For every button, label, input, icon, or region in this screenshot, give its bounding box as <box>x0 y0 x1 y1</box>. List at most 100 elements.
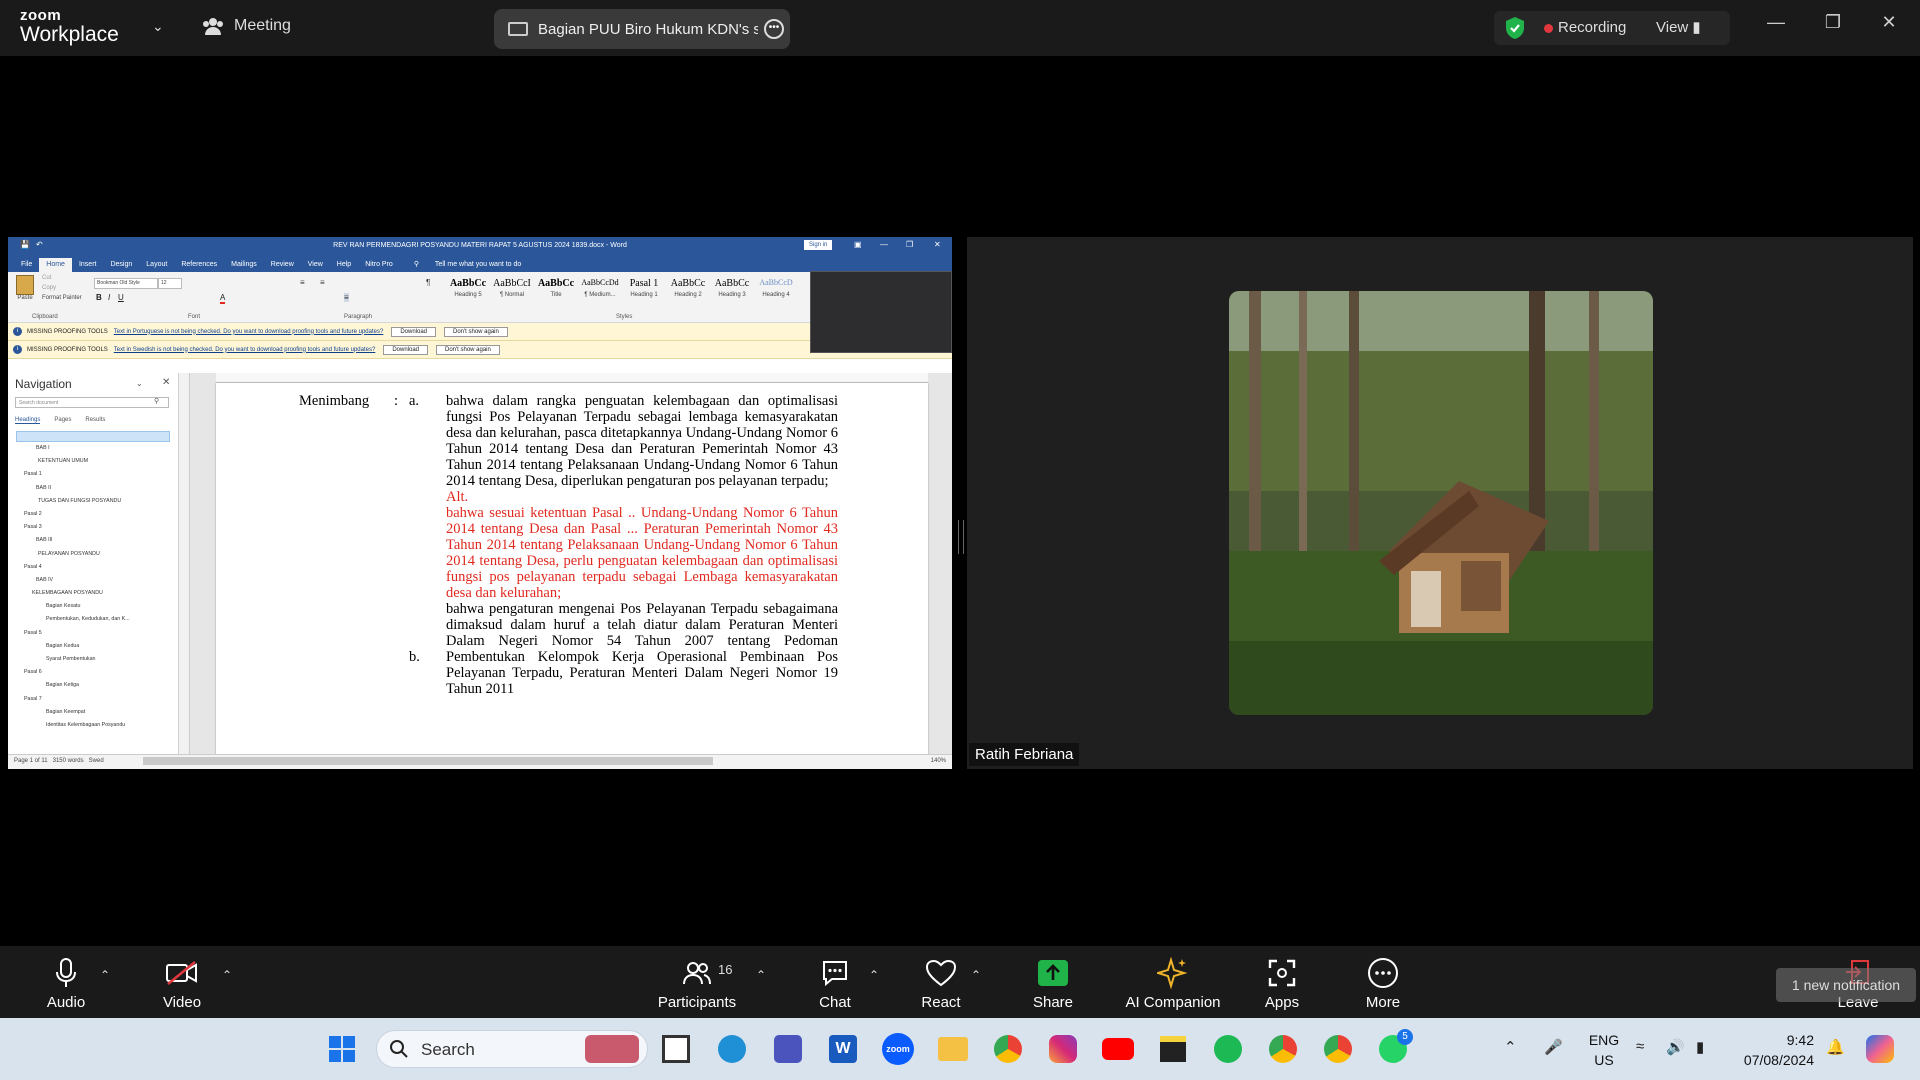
recording-label[interactable]: Recording <box>1558 19 1626 36</box>
nav-heading-selected[interactable] <box>16 431 170 442</box>
teams-icon[interactable] <box>770 1031 806 1067</box>
app-menu-chevron-icon[interactable]: ⌄ <box>152 18 164 35</box>
share-button[interactable]: Share <box>1003 956 1103 1011</box>
tell-me-box[interactable]: ⚲ Tell me what you want to do <box>400 260 535 272</box>
react-button[interactable]: React <box>891 956 991 1011</box>
microphone-tray-icon[interactable]: 🎤 <box>1544 1038 1563 1056</box>
underline-button[interactable]: U <box>118 293 124 302</box>
file-explorer-icon[interactable] <box>935 1031 971 1067</box>
self-view-video[interactable] <box>810 271 952 353</box>
download-button[interactable]: Download <box>383 344 428 355</box>
numbering-icon[interactable]: ≡ <box>320 278 325 287</box>
nav-heading-item[interactable]: Identitas Kelembagaan Posyandu <box>16 719 170 732</box>
tab-help[interactable]: Help <box>330 261 358 272</box>
notifications-bell-icon[interactable]: 🔔 <box>1826 1038 1845 1056</box>
nav-heading-item[interactable]: KELEMBAGAAN POSYANDU <box>16 587 170 600</box>
show-hidden-icons-chevron-icon[interactable]: ⌃ <box>1504 1038 1517 1056</box>
tab-file[interactable]: File <box>14 261 39 272</box>
cut-button[interactable]: Cut <box>42 275 51 281</box>
style-heading-2[interactable]: AaBbCc Heading 2 <box>666 278 710 298</box>
copilot-icon[interactable] <box>1862 1031 1898 1067</box>
style-heading-3[interactable]: AaBbCc Heading 3 <box>710 278 754 298</box>
battery-icon[interactable]: ▮ <box>1696 1038 1704 1056</box>
nav-heading-item[interactable]: Pasal 2 <box>16 508 170 521</box>
chrome-profile-icon[interactable] <box>1265 1031 1301 1067</box>
nav-heading-item[interactable]: Pasal 3 <box>16 521 170 534</box>
nav-heading-item[interactable]: BAB IV <box>16 574 170 587</box>
navigation-options-icon[interactable]: ⌄ <box>136 379 143 388</box>
instagram-icon[interactable] <box>1045 1031 1081 1067</box>
participants-options-caret-icon[interactable]: ⌃ <box>756 968 766 982</box>
italic-button[interactable]: I <box>108 293 110 302</box>
format-painter-button[interactable]: Format Painter <box>42 295 82 301</box>
font-name-select[interactable]: Bookman Old Style <box>94 278 158 289</box>
whatsapp-icon[interactable]: 5 <box>1375 1029 1413 1067</box>
word-icon[interactable]: W <box>825 1031 861 1067</box>
edge-icon[interactable] <box>714 1031 750 1067</box>
nav-heading-item[interactable]: Pasal 6 <box>16 666 170 679</box>
taskbar-clock[interactable]: 9:42 07/08/2024 <box>1728 1030 1814 1070</box>
restore-icon[interactable]: ❐ <box>1818 12 1848 33</box>
style-heading-1[interactable]: Pasal 1 Heading 1 <box>622 278 666 298</box>
paste-button[interactable]: Paste <box>14 275 36 301</box>
font-size-select[interactable]: 12 <box>158 278 182 289</box>
task-view-icon[interactable] <box>658 1031 694 1067</box>
nav-heading-item[interactable]: Pasal 5 <box>16 627 170 640</box>
nav-heading-item[interactable]: KETENTUAN UMUM <box>16 455 170 468</box>
tab-references[interactable]: References <box>174 261 224 272</box>
dont-show-again-button[interactable]: Don't show again <box>444 326 508 337</box>
navigation-search-icon[interactable]: ⚲ <box>154 397 159 405</box>
nav-tab-headings[interactable]: Headings <box>15 417 41 424</box>
message-link[interactable]: Text in Swedish is not being checked. Do… <box>114 347 376 353</box>
taskbar-search-box[interactable]: Search <box>376 1030 648 1068</box>
meeting-menu[interactable]: Meeting <box>202 16 291 36</box>
share-options-icon[interactable]: ••• <box>764 19 784 39</box>
tab-insert[interactable]: Insert <box>72 261 104 272</box>
more-button[interactable]: More <box>1333 956 1433 1011</box>
audio-button[interactable]: Audio <box>16 956 116 1011</box>
nav-tab-results[interactable]: Results <box>85 417 105 424</box>
nav-heading-item[interactable]: Pasal 4 <box>16 561 170 574</box>
tab-mailings[interactable]: Mailings <box>224 261 264 272</box>
view-button[interactable]: View ▮ <box>1656 18 1701 36</box>
ribbon-display-icon[interactable]: ▣ <box>854 240 862 249</box>
word-restore-icon[interactable]: ❐ <box>906 240 913 249</box>
nav-heading-item[interactable]: PELAYANAN POSYANDU <box>16 548 170 561</box>
pilcrow-icon[interactable]: ¶ <box>426 278 430 287</box>
style-normal[interactable]: AaBbCcI ¶ Normal <box>490 278 534 298</box>
nav-heading-item[interactable]: BAB III <box>16 534 170 547</box>
zoom-icon[interactable]: zoom <box>880 1031 916 1067</box>
wifi-icon[interactable]: ≈ <box>1636 1038 1644 1055</box>
navigation-search-input[interactable]: Search document <box>15 397 169 408</box>
chrome-profile-2-icon[interactable] <box>1320 1031 1356 1067</box>
nav-heading-item[interactable]: Bagian Keempat <box>16 706 170 719</box>
bullets-icon[interactable]: ≡ <box>300 278 305 287</box>
apps-button[interactable]: Apps <box>1232 956 1332 1011</box>
close-icon[interactable]: ✕ <box>1874 12 1904 33</box>
chat-button[interactable]: Chat <box>785 956 885 1011</box>
windows-start-icon[interactable] <box>324 1031 360 1067</box>
dont-show-again-button[interactable]: Don't show again <box>436 344 500 355</box>
sticky-notes-icon[interactable] <box>1155 1031 1191 1067</box>
screen-share-indicator[interactable]: Bagian PUU Biro Hukum KDN's s ••• <box>494 9 790 49</box>
align-justify-icon[interactable]: ≡ <box>344 293 349 302</box>
style-heading-5[interactable]: AaBbCc Heading 5 <box>446 278 490 298</box>
security-shield-icon[interactable] <box>1504 16 1526 40</box>
style-heading-4[interactable]: AaBbCcD Heading 4 <box>754 278 798 298</box>
word-close-icon[interactable]: ✕ <box>934 240 941 249</box>
navigation-close-icon[interactable]: ✕ <box>162 377 170 388</box>
chat-options-caret-icon[interactable]: ⌃ <box>869 968 879 982</box>
video-options-caret-icon[interactable]: ⌃ <box>222 968 232 982</box>
message-link[interactable]: Text in Portuguese is not being checked.… <box>114 329 384 335</box>
tab-home[interactable]: Home <box>39 258 72 272</box>
tab-layout[interactable]: Layout <box>139 261 174 272</box>
nav-heading-item[interactable]: Bagian Kesatu <box>16 600 170 613</box>
tab-design[interactable]: Design <box>103 261 139 272</box>
copy-button[interactable]: Copy <box>42 285 56 291</box>
react-options-caret-icon[interactable]: ⌃ <box>971 968 981 982</box>
volume-icon[interactable]: 🔊 <box>1666 1038 1685 1056</box>
split-resize-handle[interactable] <box>958 520 964 554</box>
nav-heading-item[interactable]: Pembentukan, Kedudukan, dan K... <box>16 613 170 626</box>
video-button[interactable]: Video <box>132 956 232 1011</box>
participant-video-tile[interactable]: Ratih Febriana <box>967 237 1913 769</box>
